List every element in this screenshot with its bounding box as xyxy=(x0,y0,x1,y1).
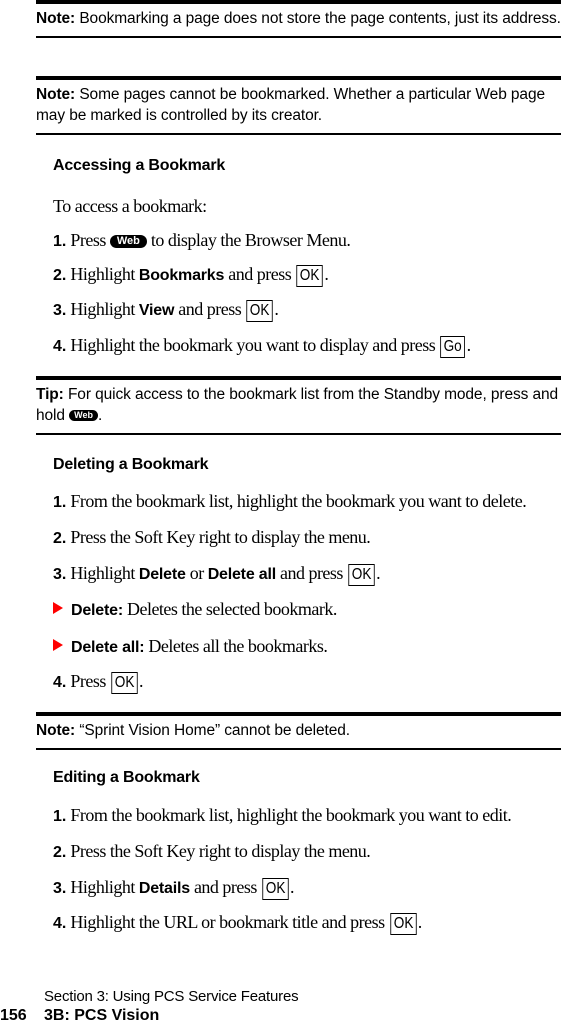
editing-step-3: 3. Highlight Details and press OK. xyxy=(53,877,295,900)
tip-standby-shortcut: Tip: For quick access to the bookmark li… xyxy=(36,376,561,435)
ok-key-icon: OK xyxy=(389,913,417,935)
step-number: 4. xyxy=(53,674,67,691)
deleting-step-1: 1. From the bookmark list, highlight the… xyxy=(53,491,527,512)
ok-key-icon: OK xyxy=(246,300,274,322)
step-text: Highlight xyxy=(66,563,139,583)
step-number: 2. xyxy=(53,530,67,547)
step-text: Highlight the URL or bookmark title and … xyxy=(66,912,389,932)
step-text: Highlight xyxy=(66,264,139,284)
step-number: 4. xyxy=(53,915,67,932)
go-key-icon: Go xyxy=(440,336,466,358)
bullet-delete-all: Delete all: Deletes all the bookmarks. xyxy=(53,636,328,657)
step-text: Press the Soft Key right to display the … xyxy=(66,527,371,547)
step-text: . xyxy=(466,335,472,355)
editing-step-1: 1. From the bookmark list, highlight the… xyxy=(53,805,512,826)
tip-text: For quick access to the bookmark list fr… xyxy=(36,386,559,424)
step-text: and press xyxy=(189,877,261,897)
step-text: . xyxy=(417,912,423,932)
accessing-step-1: 1. Press Web to display the Browser Menu… xyxy=(53,230,351,251)
red-arrow-bullet-icon xyxy=(53,639,63,651)
step-number: 1. xyxy=(53,233,67,250)
heading-deleting-bookmark: Deleting a Bookmark xyxy=(53,456,209,473)
menu-option-view: View xyxy=(138,302,175,319)
ok-key-icon: OK xyxy=(111,672,138,694)
step-number: 4. xyxy=(53,338,67,355)
step-number: 3. xyxy=(53,566,67,583)
accessing-step-2: 2. Highlight Bookmarks and press OK. xyxy=(53,264,329,287)
step-number: 1. xyxy=(53,808,67,825)
step-text: From the bookmark list, highlight the bo… xyxy=(66,491,527,511)
accessing-intro: To access a bookmark: xyxy=(53,196,207,216)
accessing-step-3: 3. Highlight View and press OK. xyxy=(53,299,279,322)
note-bookmark-address: Note: Bookmarking a page does not store … xyxy=(36,0,561,38)
step-text: . xyxy=(274,299,279,319)
heading-editing-bookmark: Editing a Bookmark xyxy=(53,769,200,786)
deleting-step-2: 2. Press the Soft Key right to display t… xyxy=(53,527,371,548)
note-sprint-vision-home: Note: “Sprint Vision Home” cannot be del… xyxy=(36,712,561,750)
step-text: Press the Soft Key right to display the … xyxy=(66,841,371,861)
step-text: . xyxy=(324,264,329,284)
step-number: 2. xyxy=(53,844,67,861)
step-number: 3. xyxy=(53,302,67,319)
web-key-icon: Web xyxy=(109,235,147,248)
step-text: and press xyxy=(275,563,347,583)
step-number: 2. xyxy=(53,267,67,284)
step-text: Highlight xyxy=(66,299,139,319)
bullet-delete: Delete: Deletes the selected bookmark. xyxy=(53,599,337,620)
page-number: 156 xyxy=(0,1007,27,1024)
chapter-title: 3B: PCS Vision xyxy=(44,1007,160,1024)
footer-section-title: Section 3: Using PCS Service Features xyxy=(44,988,299,1005)
step-text: Highlight the bookmark you want to displ… xyxy=(66,335,440,355)
note-text: Bookmarking a page does not store the pa… xyxy=(75,10,561,27)
note-cannot-bookmark: Note: Some pages cannot be bookmarked. W… xyxy=(36,76,561,135)
note-text: “Sprint Vision Home” cannot be deleted. xyxy=(75,722,350,739)
heading-accessing-bookmark: Accessing a Bookmark xyxy=(53,157,226,174)
step-number: 1. xyxy=(53,494,67,511)
ok-key-icon: OK xyxy=(262,878,289,900)
step-text: Highlight xyxy=(66,877,139,897)
step-number: 3. xyxy=(53,880,67,897)
editing-step-4: 4. Highlight the URL or bookmark title a… xyxy=(53,912,422,935)
step-text: and press xyxy=(174,299,246,319)
step-text: From the bookmark list, highlight the bo… xyxy=(66,805,512,825)
menu-option-bookmarks: Bookmarks xyxy=(138,267,225,284)
tip-label: Tip: xyxy=(36,386,64,403)
step-text: Press xyxy=(66,230,110,250)
editing-step-2: 2. Press the Soft Key right to display t… xyxy=(53,841,371,862)
red-arrow-bullet-icon xyxy=(53,602,63,614)
step-text: . xyxy=(376,563,381,583)
ok-key-icon: OK xyxy=(296,265,323,287)
bullet-term: Delete: xyxy=(71,602,123,619)
menu-option-delete: Delete xyxy=(138,566,186,583)
note-label: Note: xyxy=(36,722,76,739)
step-text: and press xyxy=(224,264,296,284)
accessing-step-4: 4. Highlight the bookmark you want to di… xyxy=(53,335,471,358)
tip-text: . xyxy=(97,407,103,424)
step-text: . xyxy=(138,671,144,691)
note-label: Note: xyxy=(36,10,76,27)
bullet-text: Deletes the selected bookmark. xyxy=(122,599,337,619)
ok-key-icon: OK xyxy=(348,564,375,586)
menu-option-delete-all: Delete all xyxy=(207,566,276,583)
menu-option-details: Details xyxy=(138,880,190,897)
bullet-term: Delete all: xyxy=(71,639,145,656)
note-label: Note: xyxy=(36,86,76,103)
deleting-step-4: 4. Press OK. xyxy=(53,671,143,694)
bullet-text: Deletes all the bookmarks. xyxy=(144,636,328,656)
web-key-icon: Web xyxy=(69,410,98,421)
deleting-step-3: 3. Highlight Delete or Delete all and pr… xyxy=(53,563,381,586)
step-text: . xyxy=(290,877,295,897)
note-text: Some pages cannot be bookmarked. Whether… xyxy=(36,86,545,124)
step-text: to display the Browser Menu. xyxy=(146,230,351,250)
footer-page-line: 156 3B: PCS Vision xyxy=(0,1007,159,1025)
step-text: Press xyxy=(66,671,110,691)
step-text: or xyxy=(185,563,208,583)
